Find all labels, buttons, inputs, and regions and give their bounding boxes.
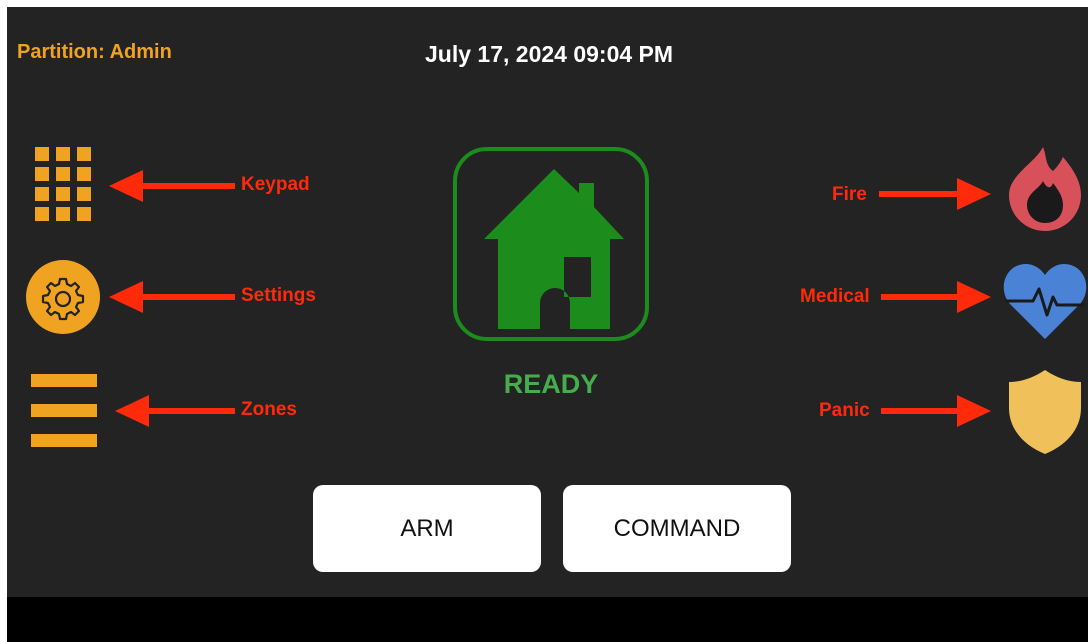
panic-label: Panic xyxy=(819,400,870,421)
heart-pulse-icon xyxy=(1003,263,1087,339)
bottom-bar xyxy=(7,597,1088,642)
shield-icon xyxy=(1009,370,1081,454)
medical-label: Medical xyxy=(800,286,870,307)
system-status: READY xyxy=(503,369,599,399)
home-status-tile[interactable] xyxy=(453,147,649,341)
settings-button[interactable] xyxy=(25,259,101,335)
medical-button[interactable] xyxy=(1003,261,1087,339)
fire-icon xyxy=(1009,147,1081,231)
keypad-label: Keypad xyxy=(241,174,310,195)
keypad-grid-icon xyxy=(35,147,91,221)
keypad-arrow xyxy=(109,170,235,202)
panic-button[interactable] xyxy=(1009,370,1081,454)
keypad-button[interactable] xyxy=(35,147,91,223)
alarm-panel-screen: Partition: Admin July 17, 2024 09:04 PM … xyxy=(7,7,1088,642)
settings-arrow xyxy=(109,281,235,313)
zones-label: Zones xyxy=(241,399,297,420)
date-time: July 17, 2024 09:04 PM xyxy=(425,41,674,67)
zones-arrow xyxy=(115,395,235,427)
house-icon xyxy=(484,169,624,329)
zones-button[interactable] xyxy=(31,374,97,450)
settings-label: Settings xyxy=(241,285,316,306)
arm-button[interactable]: ARM xyxy=(313,485,541,572)
zones-list-icon xyxy=(31,374,97,447)
fire-button[interactable] xyxy=(1009,147,1081,231)
partition-label: Partition: Admin xyxy=(17,41,172,63)
gear-icon xyxy=(26,260,100,334)
command-button[interactable]: COMMAND xyxy=(563,485,791,572)
fire-arrow xyxy=(879,178,991,210)
panic-arrow xyxy=(881,395,991,427)
medical-arrow xyxy=(881,281,991,313)
fire-label: Fire xyxy=(832,184,867,205)
